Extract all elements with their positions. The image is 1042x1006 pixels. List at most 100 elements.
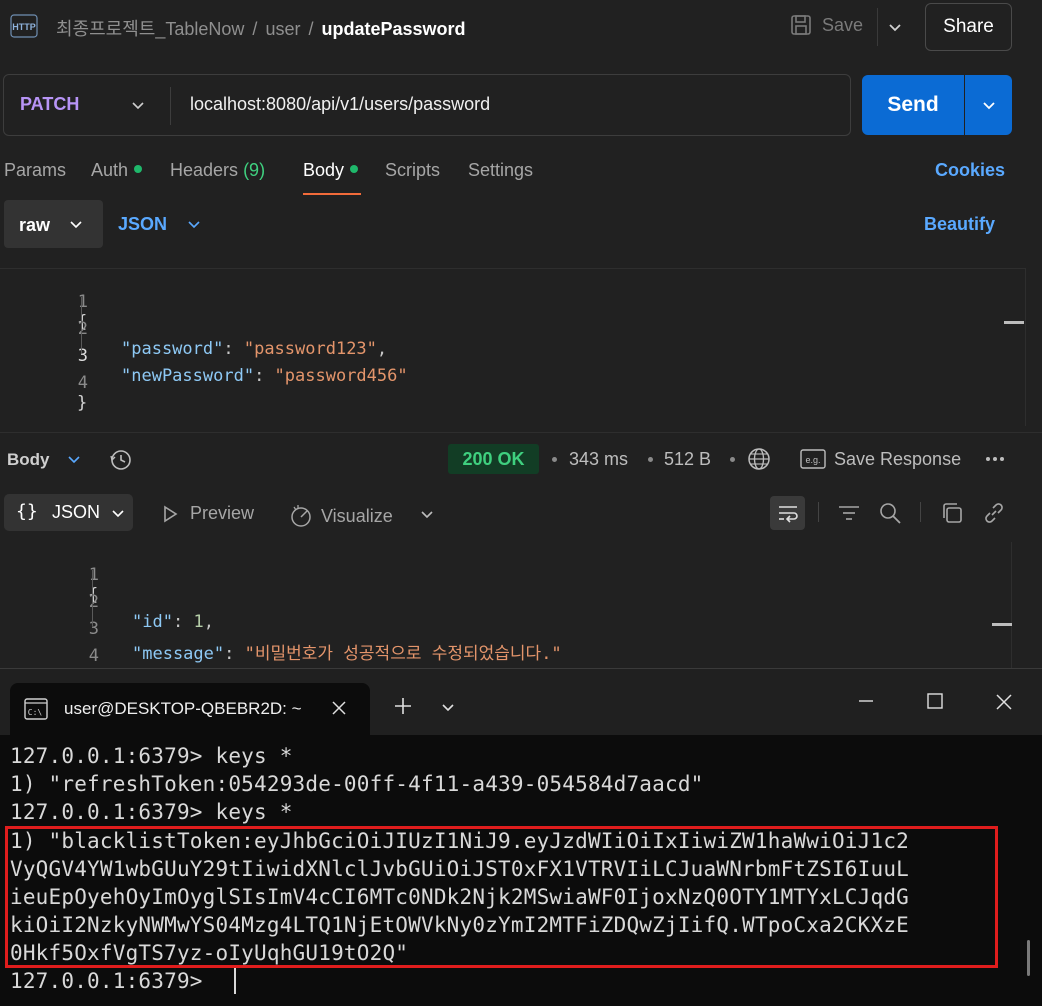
- request-body-editor[interactable]: 1 { 2 "password": "password123", 3 "newP…: [0, 268, 1026, 426]
- filter-icon[interactable]: [837, 501, 861, 525]
- play-icon: [164, 505, 178, 522]
- response-format-select[interactable]: {} JSON: [4, 494, 133, 531]
- close-icon[interactable]: [993, 691, 1015, 713]
- response-body-viewer[interactable]: 1 { 2 "id": 1, 3 "message": "비밀번호가 성공적으로…: [0, 542, 1012, 686]
- minimize-icon[interactable]: [856, 691, 876, 711]
- breadcrumb: 최종프로젝트_TableNow / user / updatePassword: [56, 15, 466, 41]
- beautify-button[interactable]: Beautify: [924, 214, 995, 235]
- search-icon[interactable]: [878, 501, 902, 525]
- chevron-down-icon[interactable]: [419, 506, 435, 522]
- status-dot: [350, 165, 359, 174]
- terminal-icon: C:\: [24, 698, 48, 720]
- json-key: "newPassword": [121, 366, 255, 386]
- terminal-scrollbar[interactable]: [1027, 940, 1030, 976]
- separator-dot: [730, 457, 735, 462]
- send-button[interactable]: Send: [862, 75, 964, 135]
- tab-body-label: Body: [303, 160, 345, 180]
- divider: [170, 87, 171, 125]
- chevron-down-icon[interactable]: [66, 451, 82, 467]
- send-options-button[interactable]: [965, 75, 1012, 135]
- body-mode-select[interactable]: raw: [4, 200, 103, 248]
- breadcrumb-collection[interactable]: 최종프로젝트_TableNow: [56, 19, 244, 39]
- save-label: Save: [822, 14, 864, 35]
- response-time[interactable]: 343 ms: [569, 449, 628, 470]
- json-value: 1: [193, 612, 204, 632]
- link-icon[interactable]: [982, 501, 1006, 525]
- response-size[interactable]: 512 B: [664, 449, 711, 470]
- preview-button[interactable]: Preview: [160, 503, 254, 524]
- tab-headers[interactable]: Headers (9): [170, 160, 265, 181]
- close-icon[interactable]: [330, 699, 348, 717]
- more-icon[interactable]: [983, 450, 1007, 468]
- tab-scripts[interactable]: Scripts: [385, 160, 440, 181]
- status-dot: [134, 165, 143, 174]
- example-icon: e.g.: [800, 449, 826, 469]
- wrap-icon: [778, 506, 798, 523]
- maximize-icon[interactable]: [925, 691, 945, 711]
- breadcrumb-separator: /: [308, 19, 314, 39]
- tab-auth[interactable]: Auth: [91, 160, 143, 181]
- active-tab-indicator: [303, 193, 361, 195]
- line-number: 2: [88, 592, 99, 612]
- globe-icon[interactable]: [746, 446, 772, 472]
- visualize-icon: [291, 505, 311, 527]
- terminal-prompt[interactable]: 127.0.0.1:6379>: [10, 967, 216, 995]
- separator-dot: [552, 457, 557, 462]
- json-key: "password": [121, 339, 224, 359]
- code-line: 3 "newPassword": "password456": [0, 326, 408, 386]
- save-icon: [791, 15, 811, 35]
- chevron-down-icon[interactable]: [440, 699, 456, 715]
- line-number: 4: [77, 373, 88, 393]
- code-line: 4 }: [0, 353, 88, 413]
- copy-icon[interactable]: [940, 501, 964, 525]
- share-button[interactable]: Share: [925, 3, 1012, 51]
- chevron-down-icon: [70, 221, 82, 229]
- highlight-box: [5, 826, 998, 968]
- json-key: "message": [132, 644, 225, 664]
- divider: [920, 502, 921, 522]
- json-value: "password456": [274, 366, 408, 386]
- scrollbar-marker[interactable]: [1004, 321, 1024, 324]
- breadcrumb-folder[interactable]: user: [265, 19, 300, 39]
- top-bar: HTTP 최종프로젝트_TableNow / user / updatePassword…: [0, 0, 1042, 54]
- divider: [818, 502, 819, 522]
- method-select[interactable]: PATCH: [20, 94, 79, 115]
- divider: [0, 432, 1042, 433]
- text-cursor: [234, 968, 236, 994]
- terminal-tab[interactable]: C:\ user@DESKTOP-QBEBR2D: ~: [10, 683, 370, 735]
- headers-count: (9): [243, 160, 266, 180]
- save-response-button[interactable]: Save Response: [834, 449, 961, 470]
- code-line: 2 "id": 1,: [0, 572, 214, 632]
- wrap-lines-button[interactable]: [770, 496, 805, 530]
- history-icon[interactable]: [108, 447, 134, 473]
- tab-body[interactable]: Body: [303, 160, 359, 181]
- visualize-button[interactable]: Visualize: [288, 503, 393, 529]
- divider: [877, 8, 878, 46]
- braces-icon: {}: [16, 501, 38, 522]
- save-button[interactable]: Save: [790, 14, 863, 36]
- response-format-label: JSON: [52, 502, 101, 522]
- terminal-line: 127.0.0.1:6379> keys *: [10, 800, 293, 824]
- cookies-link[interactable]: Cookies: [935, 160, 1005, 181]
- line-number: 1: [88, 565, 99, 585]
- tab-settings[interactable]: Settings: [468, 160, 533, 181]
- plus-icon[interactable]: [392, 695, 414, 717]
- code-line: 1 {: [0, 545, 99, 605]
- chevron-down-icon[interactable]: [186, 216, 202, 232]
- scrollbar-marker[interactable]: [992, 623, 1012, 626]
- terminal-line: 127.0.0.1:6379> keys *: [10, 744, 293, 768]
- url-input[interactable]: localhost:8080/api/v1/users/password: [190, 94, 490, 115]
- body-format-select[interactable]: JSON: [118, 214, 167, 235]
- indent-guide: [92, 570, 93, 626]
- json-value: "password123": [243, 339, 377, 359]
- chevron-down-icon[interactable]: [130, 97, 146, 113]
- terminal-tab-title: user@DESKTOP-QBEBR2D: ~: [64, 699, 302, 718]
- chevron-down-icon[interactable]: [886, 18, 904, 36]
- json-key: "id": [132, 612, 173, 632]
- response-body-select[interactable]: Body: [7, 450, 50, 470]
- tab-params[interactable]: Params: [4, 160, 66, 181]
- breadcrumb-request[interactable]: updatePassword: [321, 19, 465, 39]
- status-badge[interactable]: 200 OK: [448, 444, 539, 474]
- separator-dot: [648, 457, 653, 462]
- http-icon: HTTP: [10, 14, 38, 38]
